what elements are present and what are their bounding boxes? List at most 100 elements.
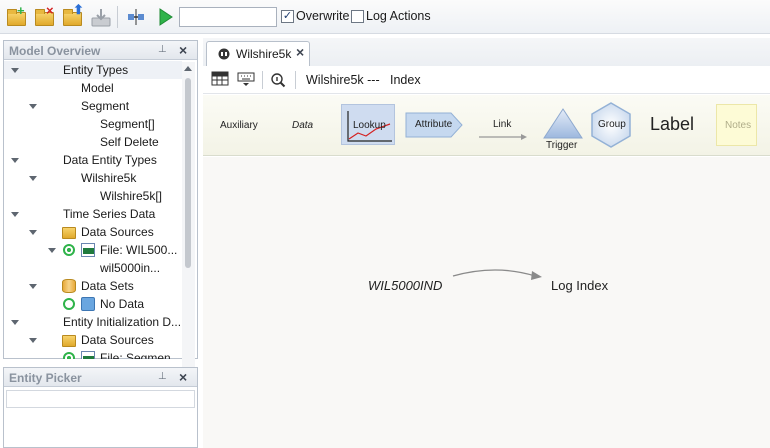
expand-arrow-icon[interactable]	[29, 338, 37, 343]
step-icon	[128, 9, 144, 25]
model-overview-panel: Model Overview ⊥ × Entity Types Model Segm…	[3, 40, 198, 396]
diagram-canvas[interactable]: WIL5000IND Log Index	[203, 157, 770, 448]
tree-item[interactable]: Data Sets	[4, 277, 182, 295]
tree-item-label: Data Sources	[81, 225, 154, 239]
document-toolbar: Wilshire5k --- Index	[203, 66, 770, 94]
tree-item[interactable]: Data Entity Types	[4, 151, 182, 169]
palette-group[interactable]: Group	[587, 101, 635, 149]
tree-item[interactable]: Entity Initialization D...	[4, 313, 182, 331]
tree-item-label: Segment[]	[100, 117, 155, 131]
tree-scrollbar[interactable]	[182, 62, 195, 396]
xlsx-file-icon	[81, 243, 95, 257]
breadcrumb-model[interactable]: Wilshire5k ---	[306, 73, 380, 87]
tree-item[interactable]: Self Delete	[4, 133, 182, 151]
tree-item-label: Model	[81, 81, 114, 95]
breadcrumb-view[interactable]: Index	[390, 73, 421, 87]
tree-item[interactable]: File: Segmen...	[4, 349, 182, 359]
pin-icon[interactable]: ⊥	[158, 44, 167, 55]
tree-item[interactable]: File: WIL500...	[4, 241, 182, 259]
folder-icon	[62, 227, 76, 239]
upload-folder-button[interactable]: ⬆	[62, 3, 84, 28]
tree-item[interactable]: Model	[4, 79, 182, 97]
log-actions-checkbox[interactable]	[351, 10, 364, 23]
diagram-node-source[interactable]: WIL5000IND	[368, 278, 442, 293]
entity-picker-header: Entity Picker ⊥ ×	[4, 368, 197, 387]
delete-folder-button[interactable]: ×	[34, 3, 56, 28]
palette-attribute-label: Attribute	[415, 119, 453, 130]
scroll-up-icon[interactable]	[184, 66, 192, 71]
entity-picker-panel: Entity Picker ⊥ ×	[3, 367, 198, 448]
palette-attribute[interactable]: Attribute	[405, 112, 463, 138]
link-arrow-icon	[479, 134, 527, 140]
plus-icon: +	[17, 3, 25, 18]
toolbar-separator	[295, 71, 296, 89]
tree-item[interactable]: No Data	[4, 295, 182, 313]
tree-item-label: File: WIL500...	[100, 243, 178, 257]
tree-item[interactable]: Segment	[4, 97, 182, 115]
tree-item-label: Self Delete	[100, 135, 159, 149]
expand-arrow-icon[interactable]	[29, 104, 37, 109]
overwrite-label: Overwrite	[296, 9, 350, 23]
tree-item[interactable]: Wilshire5k[]	[4, 187, 182, 205]
overwrite-checkbox[interactable]: ✓	[281, 10, 294, 23]
toolbar-text-input[interactable]	[179, 7, 277, 27]
palette-notes-label: Notes	[725, 120, 752, 131]
tree-item[interactable]: Data Sources	[4, 223, 182, 241]
zoom-icon[interactable]	[270, 72, 286, 88]
tab-close-icon[interactable]: ×	[296, 44, 304, 60]
expand-arrow-icon[interactable]	[29, 284, 37, 289]
tree-item-label: Data Entity Types	[63, 153, 157, 167]
expand-arrow-icon[interactable]	[29, 230, 37, 235]
diagram-icon	[218, 48, 230, 60]
palette-group-label: Group	[598, 119, 626, 130]
entity-picker-title: Entity Picker	[9, 371, 82, 385]
entity-picker-search[interactable]	[6, 390, 195, 408]
status-ring-icon	[63, 244, 75, 256]
expand-arrow-icon[interactable]	[29, 176, 37, 181]
expand-arrow-icon[interactable]	[11, 320, 19, 325]
tree-item-label: Entity Types	[63, 63, 129, 77]
close-icon[interactable]: ×	[179, 369, 187, 385]
palette-notes[interactable]: Notes	[716, 104, 757, 146]
tree-item[interactable]: Data Sources	[4, 331, 182, 349]
tree-item[interactable]: wil5000in...	[4, 259, 182, 277]
scroll-thumb[interactable]	[185, 78, 191, 268]
expand-arrow-icon[interactable]	[11, 212, 19, 217]
tree-item-label: Data Sources	[81, 333, 154, 347]
new-folder-button[interactable]: +	[6, 3, 28, 28]
tree-item[interactable]: Wilshire5k	[4, 169, 182, 187]
step-button[interactable]	[125, 6, 147, 28]
expand-arrow-icon[interactable]	[11, 68, 19, 73]
tree-item-label: Entity Initialization D...	[63, 315, 182, 329]
table-view-icon[interactable]	[211, 71, 229, 87]
tree-item[interactable]: Segment[]	[4, 115, 182, 133]
document-tab-strip: Wilshire5k ×	[203, 38, 770, 66]
link-connector[interactable]	[451, 262, 551, 286]
tree-item[interactable]: Entity Types	[4, 61, 182, 79]
close-icon[interactable]: ×	[179, 42, 187, 58]
pin-icon[interactable]: ⊥	[158, 371, 167, 382]
palette-lookup-label: Lookup	[353, 120, 386, 131]
diagram-node-target[interactable]: Log Index	[551, 278, 608, 293]
keyboard-dropdown-icon[interactable]	[237, 71, 255, 87]
palette-trigger-label: Trigger	[546, 140, 578, 151]
palette-link-label[interactable]: Link	[493, 119, 511, 130]
palette-lookup[interactable]: Lookup	[341, 104, 395, 145]
palette-trigger[interactable]: Trigger	[542, 108, 584, 152]
run-button[interactable]	[155, 6, 177, 28]
status-ring-icon	[63, 352, 75, 359]
delete-x-icon: ×	[46, 3, 54, 18]
tab-wilshire5k[interactable]: Wilshire5k ×	[206, 41, 310, 66]
save-button[interactable]	[90, 6, 112, 28]
tree-item-label: No Data	[100, 297, 145, 311]
expand-arrow-icon[interactable]	[11, 158, 19, 163]
model-tree: Entity Types Model Segment Segment[] Self De…	[4, 61, 182, 359]
palette-label[interactable]: Label	[650, 114, 694, 135]
folder-icon	[62, 335, 76, 347]
palette-data[interactable]: Data	[292, 120, 313, 131]
tree-item-label: Wilshire5k[]	[100, 189, 163, 203]
expand-arrow-icon[interactable]	[48, 248, 56, 253]
palette-auxiliary[interactable]: Auxiliary	[220, 120, 258, 131]
tree-item[interactable]: Time Series Data	[4, 205, 182, 223]
xlsx-file-icon	[81, 351, 95, 359]
